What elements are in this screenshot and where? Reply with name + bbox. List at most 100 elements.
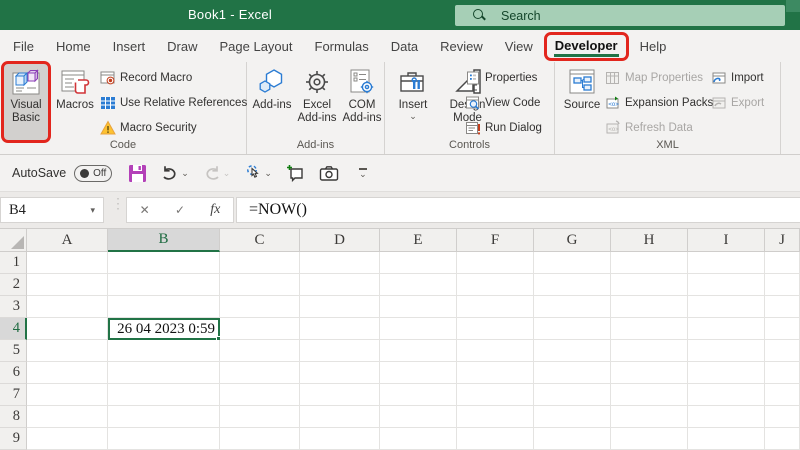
visual-basic-button[interactable]: Visual Basic xyxy=(4,64,48,142)
undo-dropdown-chevron-icon[interactable]: ⌄ xyxy=(181,169,189,178)
cell-B2[interactable] xyxy=(108,274,220,296)
cell-J5[interactable] xyxy=(765,340,800,362)
expansion-packs-button[interactable]: <o> Expansion Packs xyxy=(605,90,713,115)
touch-mouse-mode-button[interactable]: ⌄ xyxy=(244,164,272,182)
camera-button[interactable] xyxy=(319,165,339,182)
cell-A8[interactable] xyxy=(27,406,108,428)
cell-H8[interactable] xyxy=(611,406,688,428)
undo-button[interactable]: ⌄ xyxy=(161,164,189,182)
cell-E3[interactable] xyxy=(380,296,457,318)
cell-B8[interactable] xyxy=(108,406,220,428)
cell-G1[interactable] xyxy=(534,252,611,274)
cell-C4[interactable] xyxy=(220,318,300,340)
tab-help[interactable]: Help xyxy=(640,39,667,54)
cell-I6[interactable] xyxy=(688,362,765,384)
cell-F9[interactable] xyxy=(457,428,534,450)
tab-data[interactable]: Data xyxy=(391,39,418,54)
row-header-5[interactable]: 5 xyxy=(0,340,27,362)
cell-A7[interactable] xyxy=(27,384,108,406)
cell-I8[interactable] xyxy=(688,406,765,428)
titlebar-corner-button[interactable] xyxy=(786,0,800,12)
cell-H9[interactable] xyxy=(611,428,688,450)
cell-E6[interactable] xyxy=(380,362,457,384)
row-header-9[interactable]: 9 xyxy=(0,428,27,450)
tab-developer[interactable]: Developer xyxy=(543,31,629,61)
cell-A3[interactable] xyxy=(27,296,108,318)
cell-H2[interactable] xyxy=(611,274,688,296)
cell-J2[interactable] xyxy=(765,274,800,296)
cell-J7[interactable] xyxy=(765,384,800,406)
column-header-J[interactable]: J xyxy=(765,229,800,252)
cell-G8[interactable] xyxy=(534,406,611,428)
cell-H6[interactable] xyxy=(611,362,688,384)
properties-button[interactable]: Properties xyxy=(465,65,542,90)
cell-A2[interactable] xyxy=(27,274,108,296)
row-header-6[interactable]: 6 xyxy=(0,362,27,384)
autosave-control[interactable]: AutoSave Off xyxy=(12,164,113,182)
cell-C6[interactable] xyxy=(220,362,300,384)
tab-insert[interactable]: Insert xyxy=(113,39,146,54)
cell-G9[interactable] xyxy=(534,428,611,450)
cell-B9[interactable] xyxy=(108,428,220,450)
cell-B5[interactable] xyxy=(108,340,220,362)
cell-C2[interactable] xyxy=(220,274,300,296)
record-macro-button[interactable]: Record Macro xyxy=(100,65,247,90)
cell-C1[interactable] xyxy=(220,252,300,274)
cell-E2[interactable] xyxy=(380,274,457,296)
macro-security-button[interactable]: Macro Security xyxy=(100,115,247,140)
enter-icon[interactable]: ✓ xyxy=(175,203,185,217)
cell-B3[interactable] xyxy=(108,296,220,318)
cell-D4[interactable] xyxy=(300,318,380,340)
formula-bar-grip-icon[interactable]: ⋮ xyxy=(111,196,125,210)
tab-view[interactable]: View xyxy=(505,39,533,54)
cell-B7[interactable] xyxy=(108,384,220,406)
row-header-8[interactable]: 8 xyxy=(0,406,27,428)
cell-G6[interactable] xyxy=(534,362,611,384)
cell-D6[interactable] xyxy=(300,362,380,384)
cell-C9[interactable] xyxy=(220,428,300,450)
cell-I2[interactable] xyxy=(688,274,765,296)
row-header-3[interactable]: 3 xyxy=(0,296,27,318)
cell-F1[interactable] xyxy=(457,252,534,274)
cell-I7[interactable] xyxy=(688,384,765,406)
tab-formulas[interactable]: Formulas xyxy=(315,39,369,54)
tab-file[interactable]: File xyxy=(13,39,34,54)
cell-B1[interactable] xyxy=(108,252,220,274)
formula-input[interactable]: =NOW() xyxy=(236,197,800,223)
cell-E5[interactable] xyxy=(380,340,457,362)
cell-E1[interactable] xyxy=(380,252,457,274)
new-comment-button[interactable] xyxy=(286,164,305,182)
search-input[interactable]: Search xyxy=(455,5,785,26)
cell-G5[interactable] xyxy=(534,340,611,362)
insert-function-button[interactable]: fx xyxy=(210,202,220,218)
excel-addins-button[interactable]: Excel Add-ins xyxy=(294,64,340,142)
view-code-button[interactable]: View Code xyxy=(465,90,542,115)
cell-J3[interactable] xyxy=(765,296,800,318)
cell-J9[interactable] xyxy=(765,428,800,450)
cell-E9[interactable] xyxy=(380,428,457,450)
cell-G2[interactable] xyxy=(534,274,611,296)
column-header-E[interactable]: E xyxy=(380,229,457,252)
cell-E4[interactable] xyxy=(380,318,457,340)
cell-B4[interactable]: 26 04 2023 0:59 xyxy=(108,318,221,341)
cell-J8[interactable] xyxy=(765,406,800,428)
cell-D7[interactable] xyxy=(300,384,380,406)
cell-A1[interactable] xyxy=(27,252,108,274)
com-addins-button[interactable]: COM Add-ins xyxy=(342,64,382,142)
column-header-G[interactable]: G xyxy=(534,229,611,252)
cell-I1[interactable] xyxy=(688,252,765,274)
cell-D2[interactable] xyxy=(300,274,380,296)
cell-C3[interactable] xyxy=(220,296,300,318)
name-box-dropdown-icon[interactable]: ▾ xyxy=(90,205,95,216)
cell-A5[interactable] xyxy=(27,340,108,362)
column-header-A[interactable]: A xyxy=(27,229,108,252)
row-header-7[interactable]: 7 xyxy=(0,384,27,406)
cell-F3[interactable] xyxy=(457,296,534,318)
cell-F5[interactable] xyxy=(457,340,534,362)
cell-B6[interactable] xyxy=(108,362,220,384)
cell-A9[interactable] xyxy=(27,428,108,450)
touch-mode-dropdown-chevron-icon[interactable]: ⌄ xyxy=(264,169,272,178)
cell-E7[interactable] xyxy=(380,384,457,406)
name-box[interactable]: B4 ▾ xyxy=(0,197,104,223)
cell-D8[interactable] xyxy=(300,406,380,428)
